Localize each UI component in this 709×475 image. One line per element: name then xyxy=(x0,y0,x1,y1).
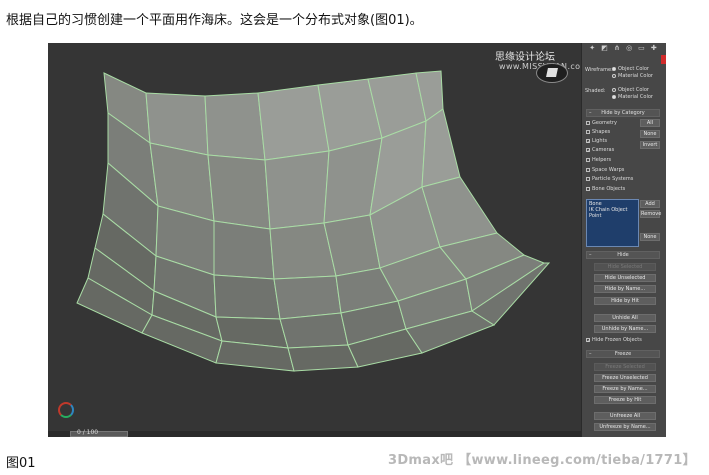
mesh-face xyxy=(204,92,266,161)
all-button[interactable]: All xyxy=(640,119,660,127)
category-particle-systems[interactable]: Particle Systems xyxy=(586,176,633,182)
checkmark-icon: ✓ xyxy=(586,138,591,144)
mesh-face xyxy=(279,312,349,349)
radio-off-icon xyxy=(612,73,616,78)
category-helpers[interactable]: Helpers xyxy=(586,157,611,163)
rollout-freeze[interactable]: – Freeze xyxy=(586,350,660,358)
category-shapes[interactable]: Shapes xyxy=(586,129,610,135)
category-lights[interactable]: ✓ Lights xyxy=(586,138,607,144)
unhide-by-name-button[interactable]: Unhide by Name... xyxy=(594,325,656,333)
checkbox-icon xyxy=(586,129,590,134)
checkbox-icon xyxy=(586,167,590,172)
category-geometry[interactable]: Geometry xyxy=(586,120,617,126)
checkbox-icon xyxy=(586,120,590,125)
checkbox-icon xyxy=(586,176,590,181)
credit-text: 3Dmax吧 【www.lineeg.com/tieba/1771】 xyxy=(388,453,696,468)
freeze-by-name-button[interactable]: Freeze by Name... xyxy=(594,385,656,393)
modify-icon[interactable]: ◩ xyxy=(600,44,608,52)
hide-selected-button[interactable]: Hide Selected xyxy=(594,263,656,271)
checkbox-icon xyxy=(586,157,590,162)
hide-unselected-button[interactable]: Hide Unselected xyxy=(594,274,656,282)
hide-by-name-button[interactable]: Hide by Name... xyxy=(594,285,656,293)
freeze-selected-button[interactable]: Freeze Selected xyxy=(594,363,656,371)
utilities-icon[interactable]: ✚ xyxy=(650,44,658,52)
wireframe-label: Wireframe: xyxy=(585,67,613,73)
figure-label: 图01 xyxy=(6,456,36,471)
freeze-unselected-button[interactable]: Freeze Unselected xyxy=(594,374,656,382)
hide-frozen-checkbox[interactable]: ✓ Hide Frozen Objects xyxy=(586,337,642,343)
seabed-plane-mesh[interactable] xyxy=(48,43,581,431)
axis-tripod-icon xyxy=(58,402,74,418)
mesh-face xyxy=(421,108,461,188)
invert-button[interactable]: Invert xyxy=(640,141,660,149)
rollout-hide[interactable]: – Hide xyxy=(586,251,660,259)
watermark-logo xyxy=(536,63,568,83)
radio-off-icon xyxy=(612,87,616,92)
mesh-face xyxy=(213,220,275,280)
category-bone-objects[interactable]: Bone Objects xyxy=(586,186,625,192)
max-window: 思缘设计论坛 www.MISSVUAN.com 0 / 100 ✦ ◩ ⋔ ◎ … xyxy=(48,43,666,437)
time-slider-label: 0 / 100 xyxy=(77,429,99,436)
checkmark-icon: ✓ xyxy=(586,147,591,153)
unhide-all-button[interactable]: Unhide All xyxy=(594,314,656,322)
add-button[interactable]: Add xyxy=(640,200,660,208)
category-space-warps[interactable]: Space Warps xyxy=(586,167,624,173)
wireframe-object-color[interactable]: Object Color xyxy=(612,66,649,72)
none-button[interactable]: None xyxy=(640,130,660,138)
list-none-button[interactable]: None xyxy=(640,233,660,241)
rollout-hide-by-category[interactable]: – Hide by Category xyxy=(586,109,660,117)
caption-top: 根据自己的习惯创建一个平面用作海床。这会是一个分布式对象(图01)。 xyxy=(6,13,423,28)
category-cameras[interactable]: ✓ Cameras xyxy=(586,147,614,153)
mesh-face xyxy=(273,275,342,320)
unfreeze-all-button[interactable]: Unfreeze All xyxy=(594,412,656,420)
shaded-material-color[interactable]: Material Color xyxy=(612,94,653,100)
mesh-face xyxy=(257,84,330,161)
watermark-text: 思缘设计论坛 xyxy=(495,52,555,63)
freeze-by-hit-button[interactable]: Freeze by Hit xyxy=(594,396,656,404)
motion-icon[interactable]: ◎ xyxy=(625,44,633,52)
mesh-face xyxy=(287,344,359,372)
display-panel: ✦ ◩ ⋔ ◎ ▭ ✚ Wireframe: Object Color Mate… xyxy=(581,43,666,437)
list-item[interactable]: Point xyxy=(589,213,636,219)
scroll-marker xyxy=(661,55,666,64)
create-icon[interactable]: ✦ xyxy=(588,44,596,52)
wireframe-material-color[interactable]: Material Color xyxy=(612,73,653,79)
category-listbox[interactable]: Bone IK Chain Object Point xyxy=(586,199,639,247)
mesh-face xyxy=(213,274,281,320)
hierarchy-icon[interactable]: ⋔ xyxy=(613,44,621,52)
radio-on-icon xyxy=(612,66,616,71)
unfreeze-by-name-button[interactable]: Unfreeze by Name... xyxy=(594,423,656,431)
checkmark-icon: ✓ xyxy=(586,337,591,343)
radio-on-icon xyxy=(612,94,616,99)
mesh-face xyxy=(207,154,271,230)
checkbox-icon xyxy=(586,186,590,191)
shaded-label: Shaded: xyxy=(585,88,606,94)
hide-by-hit-button[interactable]: Hide by Hit xyxy=(594,297,656,305)
display-icon[interactable]: ▭ xyxy=(637,44,645,52)
remove-button[interactable]: Remove xyxy=(640,210,661,218)
command-panel-tabs: ✦ ◩ ⋔ ◎ ▭ ✚ xyxy=(586,44,660,53)
shaded-object-color[interactable]: Object Color xyxy=(612,87,649,93)
perspective-viewport[interactable]: 思缘设计论坛 www.MISSVUAN.com xyxy=(48,43,588,431)
mesh-face xyxy=(264,150,330,230)
